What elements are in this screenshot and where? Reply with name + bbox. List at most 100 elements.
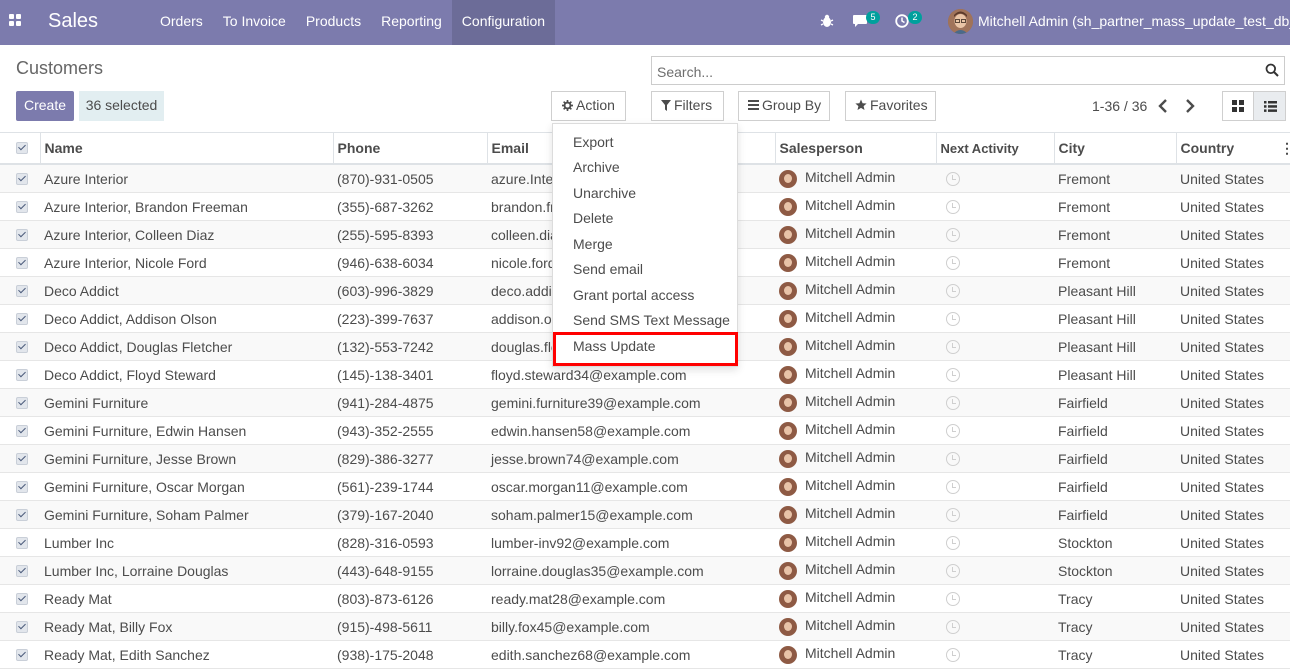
row-checkbox[interactable] bbox=[16, 312, 28, 325]
row-checkbox-cell[interactable] bbox=[0, 248, 40, 277]
cell-next-activity[interactable] bbox=[936, 528, 1054, 557]
cell-next-activity[interactable] bbox=[936, 416, 1054, 445]
row-checkbox-cell[interactable] bbox=[0, 304, 40, 333]
create-button[interactable]: Create bbox=[16, 91, 74, 121]
activity-clock-icon[interactable] bbox=[946, 396, 960, 410]
cell-salesperson[interactable]: Mitchell Admin bbox=[775, 556, 936, 585]
table-row[interactable]: Gemini Furniture, Soham Palmer (379)-167-… bbox=[0, 500, 1290, 529]
cell-email[interactable]: gemini.furniture39@example.com bbox=[487, 388, 775, 417]
menu-configuration[interactable]: Configuration bbox=[451, 0, 556, 45]
cell-email[interactable]: jesse.brown74@example.com bbox=[487, 444, 775, 473]
cell-country[interactable]: United States bbox=[1176, 528, 1290, 557]
cell-name[interactable]: Azure Interior, Brandon Freeman bbox=[40, 192, 333, 221]
cell-next-activity[interactable] bbox=[936, 360, 1054, 389]
row-checkbox[interactable] bbox=[16, 228, 28, 241]
groupby-button[interactable]: Group By bbox=[738, 91, 830, 121]
cell-city[interactable]: Fremont bbox=[1054, 248, 1176, 277]
cell-country[interactable]: United States bbox=[1176, 444, 1290, 473]
cell-salesperson[interactable]: Mitchell Admin bbox=[775, 640, 936, 669]
cell-name[interactable]: Lumber Inc, Lorraine Douglas bbox=[40, 556, 333, 585]
menu-orders[interactable]: Orders bbox=[150, 0, 213, 45]
kanban-view-button[interactable] bbox=[1222, 91, 1254, 121]
row-checkbox-cell[interactable] bbox=[0, 472, 40, 501]
row-checkbox[interactable] bbox=[16, 172, 28, 185]
row-checkbox[interactable] bbox=[16, 396, 28, 409]
cell-name[interactable]: Deco Addict bbox=[40, 276, 333, 305]
row-checkbox[interactable] bbox=[16, 508, 28, 521]
cell-city[interactable]: Pleasant Hill bbox=[1054, 276, 1176, 305]
activity-clock-icon[interactable] bbox=[946, 172, 960, 186]
user-menu[interactable]: Mitchell Admin (sh_partner_mass_update_t… bbox=[978, 13, 1290, 29]
row-checkbox[interactable] bbox=[16, 256, 28, 269]
activity-clock-icon[interactable] bbox=[946, 228, 960, 242]
cell-name[interactable]: Gemini Furniture, Jesse Brown bbox=[40, 444, 333, 473]
cell-country[interactable]: United States bbox=[1176, 388, 1290, 417]
cell-email[interactable]: edith.sanchez68@example.com bbox=[487, 640, 775, 669]
cell-city[interactable]: Fairfield bbox=[1054, 416, 1176, 445]
cell-phone[interactable]: (603)-996-3829 bbox=[333, 276, 487, 305]
menu-item-export[interactable]: Export bbox=[573, 134, 613, 150]
row-checkbox[interactable] bbox=[16, 648, 28, 661]
cell-city[interactable]: Stockton bbox=[1054, 528, 1176, 557]
table-row[interactable]: Gemini Furniture, Jesse Brown (829)-386-3… bbox=[0, 444, 1290, 473]
row-checkbox[interactable] bbox=[16, 284, 28, 297]
cell-city[interactable]: Pleasant Hill bbox=[1054, 304, 1176, 333]
cell-salesperson[interactable]: Mitchell Admin bbox=[775, 164, 936, 193]
activity-clock-icon[interactable] bbox=[946, 480, 960, 494]
action-dropdown-button[interactable]: Action bbox=[551, 91, 626, 121]
cell-phone[interactable]: (561)-239-1744 bbox=[333, 472, 487, 501]
activity-clock-icon[interactable] bbox=[946, 536, 960, 550]
cell-email[interactable]: ready.mat28@example.com bbox=[487, 584, 775, 613]
row-checkbox[interactable] bbox=[16, 536, 28, 549]
col-next-activity[interactable]: Next Activity bbox=[935, 132, 1054, 165]
cell-next-activity[interactable] bbox=[936, 472, 1054, 501]
activities-clock-icon[interactable]: 2 bbox=[895, 11, 922, 31]
cell-next-activity[interactable] bbox=[936, 304, 1054, 333]
row-checkbox-cell[interactable] bbox=[0, 444, 40, 473]
menu-item-grant-portal-access[interactable]: Grant portal access bbox=[573, 287, 694, 303]
cell-city[interactable]: Fairfield bbox=[1054, 444, 1176, 473]
row-checkbox-cell[interactable] bbox=[0, 640, 40, 669]
activity-clock-icon[interactable] bbox=[946, 256, 960, 270]
cell-phone[interactable]: (132)-553-7242 bbox=[333, 332, 487, 361]
cell-country[interactable]: United States bbox=[1176, 276, 1290, 305]
col-salesperson[interactable]: Salesperson bbox=[774, 132, 936, 165]
cell-salesperson[interactable]: Mitchell Admin bbox=[775, 304, 936, 333]
cell-next-activity[interactable] bbox=[936, 164, 1054, 193]
activity-clock-icon[interactable] bbox=[946, 564, 960, 578]
select-all-checkbox[interactable] bbox=[16, 142, 28, 154]
cell-name[interactable]: Deco Addict, Douglas Fletcher bbox=[40, 332, 333, 361]
apps-menu-icon[interactable] bbox=[9, 14, 23, 28]
row-checkbox-cell[interactable] bbox=[0, 612, 40, 641]
cell-phone[interactable]: (829)-386-3277 bbox=[333, 444, 487, 473]
cell-email[interactable]: soham.palmer15@example.com bbox=[487, 500, 775, 529]
list-view-button[interactable] bbox=[1253, 91, 1286, 121]
row-checkbox[interactable] bbox=[16, 452, 28, 465]
cell-name[interactable]: Gemini Furniture, Soham Palmer bbox=[40, 500, 333, 529]
cell-country[interactable]: United States bbox=[1176, 472, 1290, 501]
cell-name[interactable]: Azure Interior bbox=[40, 164, 333, 193]
cell-country[interactable]: United States bbox=[1176, 220, 1290, 249]
cell-salesperson[interactable]: Mitchell Admin bbox=[775, 360, 936, 389]
favorites-button[interactable]: Favorites bbox=[845, 91, 936, 121]
cell-salesperson[interactable]: Mitchell Admin bbox=[775, 192, 936, 221]
cell-name[interactable]: Deco Addict, Floyd Steward bbox=[40, 360, 333, 389]
search-bar[interactable]: Search... bbox=[651, 56, 1285, 85]
cell-city[interactable]: Pleasant Hill bbox=[1054, 332, 1176, 361]
cell-salesperson[interactable]: Mitchell Admin bbox=[775, 612, 936, 641]
cell-city[interactable]: Fairfield bbox=[1054, 500, 1176, 529]
cell-country[interactable]: United States bbox=[1176, 500, 1290, 529]
row-checkbox[interactable] bbox=[16, 620, 28, 633]
cell-name[interactable]: Deco Addict, Addison Olson bbox=[40, 304, 333, 333]
row-checkbox-cell[interactable] bbox=[0, 528, 40, 557]
cell-phone[interactable]: (379)-167-2040 bbox=[333, 500, 487, 529]
cell-next-activity[interactable] bbox=[936, 220, 1054, 249]
cell-next-activity[interactable] bbox=[936, 612, 1054, 641]
col-name[interactable]: Name bbox=[39, 132, 333, 165]
cell-country[interactable]: United States bbox=[1176, 304, 1290, 333]
row-checkbox-cell[interactable] bbox=[0, 276, 40, 305]
search-input[interactable]: Search... bbox=[657, 64, 713, 80]
app-brand[interactable]: Sales bbox=[48, 10, 98, 33]
table-row[interactable]: Ready Mat, Edith Sanchez (938)-175-2048 ed… bbox=[0, 640, 1290, 669]
cell-country[interactable]: United States bbox=[1176, 332, 1290, 361]
